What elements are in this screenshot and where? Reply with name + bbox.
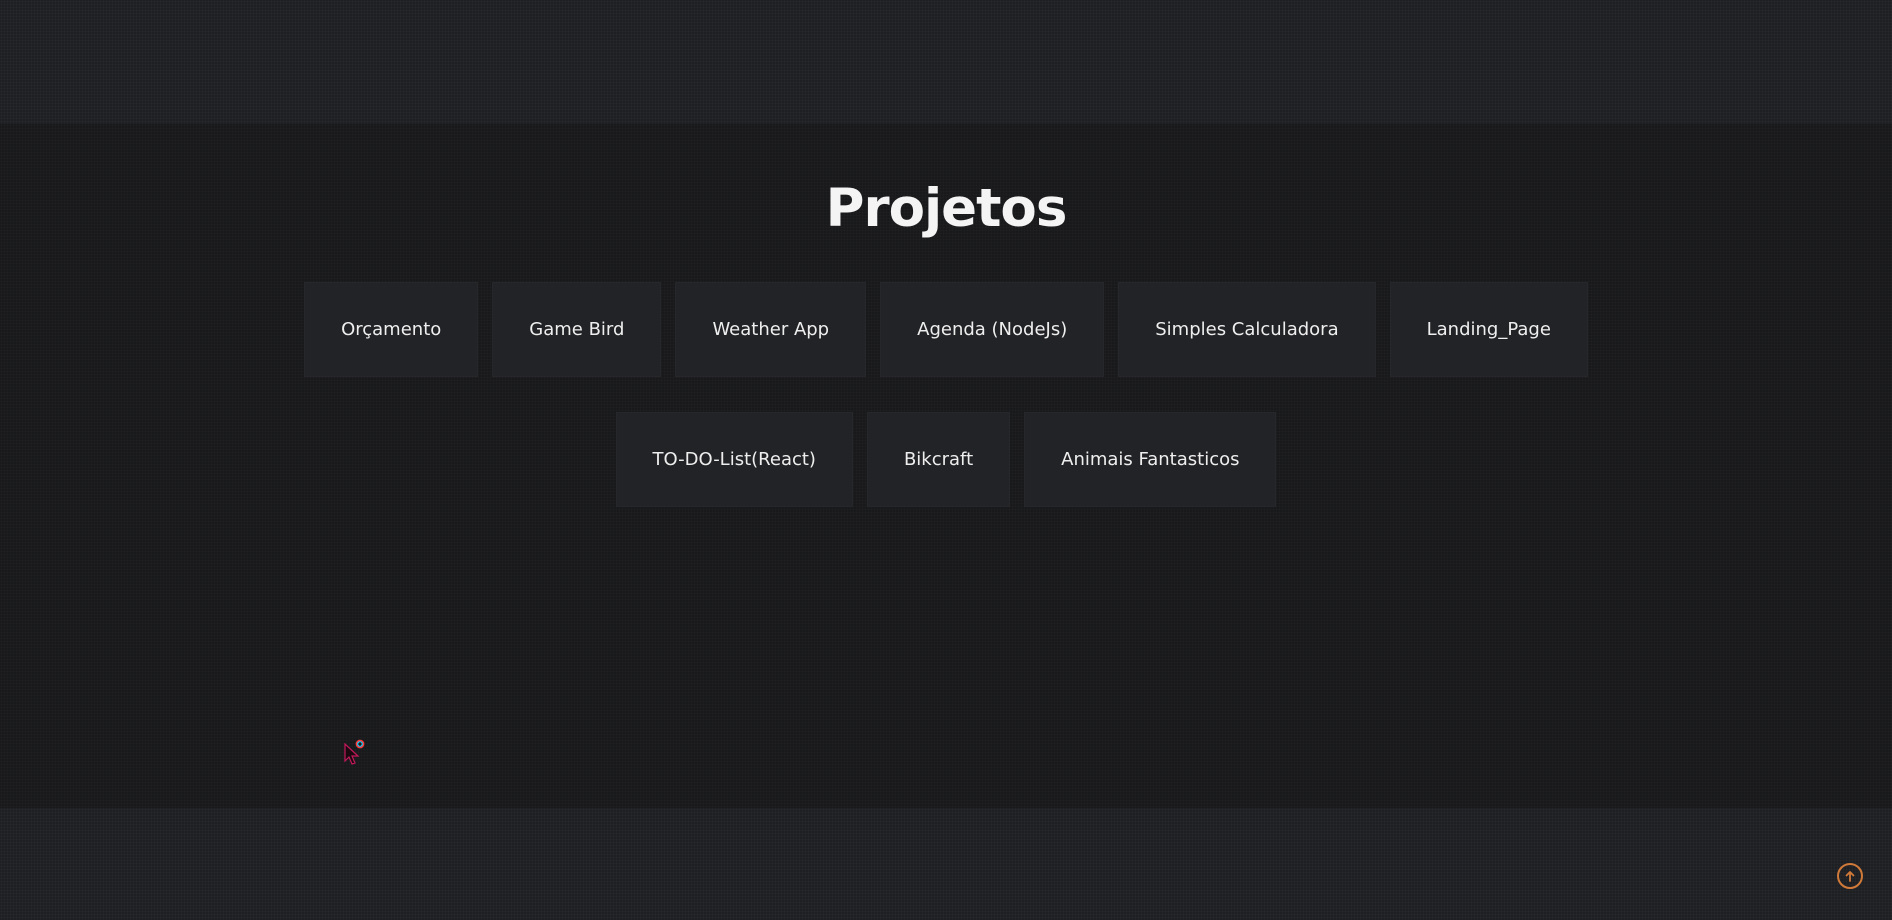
project-card-weather-app[interactable]: Weather App bbox=[675, 282, 867, 377]
header-band bbox=[0, 0, 1892, 124]
project-card-todo-list[interactable]: TO-DO-List(React) bbox=[615, 412, 853, 507]
back-to-top-button[interactable] bbox=[1837, 863, 1863, 889]
page: Projetos Orçamento Game Bird Weather App… bbox=[0, 0, 1892, 920]
project-card-bikcraft[interactable]: Bikcraft bbox=[866, 412, 1011, 507]
mouse-pointer-icon bbox=[344, 739, 365, 765]
project-card-calculadora[interactable]: Simples Calculadora bbox=[1118, 282, 1376, 377]
projects-row-1: Orçamento Game Bird Weather App Agenda (… bbox=[0, 282, 1892, 377]
project-card-animais-fantasticos[interactable]: Animais Fantasticos bbox=[1024, 412, 1277, 507]
section-title: Projetos bbox=[825, 178, 1068, 239]
project-card-landing-page[interactable]: Landing_Page bbox=[1389, 282, 1588, 377]
arrow-up-circle-icon bbox=[1845, 871, 1855, 882]
projects-row-2: TO-DO-List(React) Bikcraft Animais Fanta… bbox=[0, 412, 1892, 507]
project-card-orcamento[interactable]: Orçamento bbox=[304, 282, 479, 377]
footer-band bbox=[0, 808, 1892, 920]
project-card-agenda[interactable]: Agenda (NodeJs) bbox=[880, 282, 1105, 377]
project-card-game-bird[interactable]: Game Bird bbox=[492, 282, 662, 377]
